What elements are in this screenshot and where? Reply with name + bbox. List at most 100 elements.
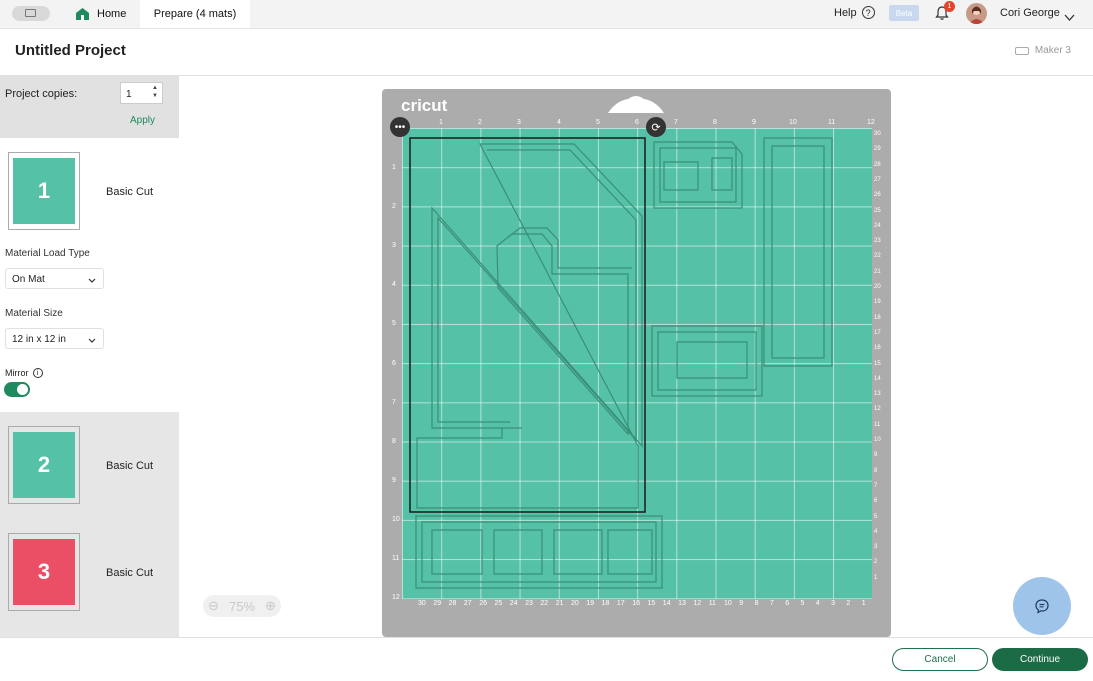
- ruler-tick: 3: [517, 119, 521, 126]
- mat-hanger-icon: [608, 96, 664, 113]
- mat-thumbnail[interactable]: 1: [8, 152, 80, 230]
- tab-home[interactable]: Home: [62, 0, 140, 28]
- user-name[interactable]: Cori George: [1000, 7, 1060, 19]
- ruler-tick: 10: [724, 600, 732, 607]
- zoom-out-icon[interactable]: ⊖: [208, 598, 219, 614]
- mat-number: 1: [13, 158, 75, 224]
- ruler-tick: 2: [392, 203, 396, 210]
- ruler-tick: 7: [874, 482, 878, 489]
- beta-badge[interactable]: Beta: [889, 5, 919, 21]
- mat-sidebar: Project copies: 1 ▲ ▼ Apply 1 Basic Cut M…: [0, 76, 179, 637]
- ruler-tick: 18: [874, 314, 881, 321]
- ruler-tick: 6: [785, 600, 790, 607]
- info-icon[interactable]: i: [32, 368, 43, 378]
- continue-button[interactable]: Continue: [992, 648, 1088, 671]
- ruler-tick: 9: [874, 452, 878, 459]
- notification-badge: 1: [944, 1, 955, 12]
- ruler-tick: 4: [557, 119, 561, 126]
- chat-icon: [1035, 599, 1049, 614]
- ruler-tick: 2: [846, 600, 851, 607]
- ruler-tick: 8: [754, 600, 759, 607]
- title-bar: Untitled Project Maker 3: [0, 29, 1093, 76]
- panel-toggle-button[interactable]: [12, 6, 50, 21]
- tab-prepare-label: Prepare (4 mats): [153, 8, 237, 20]
- machine-label: Maker 3: [1034, 45, 1071, 56]
- mat-item-2[interactable]: 2 Basic Cut: [0, 412, 179, 521]
- ruler-tick: 4: [815, 600, 820, 607]
- ruler-tick: 1: [874, 574, 878, 581]
- avatar[interactable]: [966, 3, 987, 24]
- ruler-tick: 5: [874, 513, 878, 520]
- ruler-tick: 5: [392, 320, 396, 327]
- ruler-tick: 30: [418, 600, 426, 607]
- ruler-tick: 25: [874, 207, 881, 214]
- zoom-in-icon[interactable]: ⊕: [265, 598, 276, 614]
- mat-thumbnail[interactable]: 3: [8, 533, 80, 611]
- ruler-tick: 19: [586, 600, 595, 607]
- machine-selector[interactable]: Maker 3: [1014, 45, 1071, 56]
- ruler-tick: 27: [874, 176, 881, 183]
- mat-item-3[interactable]: 3 Basic Cut: [0, 521, 179, 637]
- page-title: Untitled Project: [15, 42, 126, 59]
- mirror-toggle[interactable]: [4, 382, 30, 397]
- material-load-type-select[interactable]: On Mat: [5, 268, 104, 289]
- material-size-value: 12 in x 12 in: [12, 334, 66, 345]
- ruler-tick: 3: [874, 544, 878, 551]
- ruler-tick: 14: [874, 375, 881, 382]
- ruler-tick: 5: [596, 119, 600, 126]
- ruler-tick: 7: [392, 399, 396, 406]
- ruler-tick: 15: [647, 600, 656, 607]
- ruler-tick: 1: [392, 164, 396, 171]
- chat-button[interactable]: [1013, 577, 1071, 635]
- ruler-tick: 17: [616, 600, 625, 607]
- cancel-button[interactable]: Cancel: [892, 648, 988, 671]
- ruler-tick: 4: [874, 528, 878, 535]
- ruler-tick: 21: [555, 600, 564, 607]
- ruler-tick: 20: [874, 284, 881, 290]
- ruler-tick: 3: [392, 242, 396, 249]
- ruler-tick: 6: [874, 498, 878, 505]
- tab-prepare[interactable]: Prepare (4 mats): [140, 0, 250, 28]
- chevron-down-icon[interactable]: [1064, 8, 1075, 26]
- ruler-tick: 5: [800, 600, 805, 607]
- ruler-tick: 20: [571, 600, 579, 607]
- material-size-select[interactable]: 12 in x 12 in: [5, 328, 104, 349]
- rotate-icon[interactable]: ⟳: [646, 117, 666, 137]
- more-options-icon[interactable]: •••: [390, 117, 410, 137]
- help-button[interactable]: Help ?: [834, 6, 875, 19]
- ruler-tick: 11: [708, 600, 716, 607]
- ruler-tick: 26: [874, 192, 881, 199]
- mat-number: 3: [13, 539, 75, 605]
- mat-thumbnail[interactable]: 2: [8, 426, 80, 504]
- ruler-tick: 29: [874, 146, 881, 153]
- ruler-tick: 21: [874, 268, 881, 275]
- ruler-tick: 23: [525, 600, 533, 607]
- apply-button[interactable]: Apply: [130, 115, 155, 126]
- ruler-tick: 12: [693, 600, 702, 607]
- copies-stepper[interactable]: ▲ ▼: [152, 84, 158, 100]
- ruler-tick: 2: [874, 559, 878, 566]
- mirror-label: Mirror i: [5, 368, 43, 378]
- ruler-tick: 16: [874, 345, 881, 352]
- material-load-type-label: Material Load Type: [5, 248, 90, 259]
- ruler-tick: 22: [540, 600, 549, 607]
- ruler-tick: 17: [874, 329, 881, 336]
- mat-label: Basic Cut: [106, 567, 154, 579]
- material-size-label: Material Size: [5, 308, 63, 319]
- ruler-tick: 1: [439, 119, 443, 126]
- ruler-tick: 3: [831, 600, 835, 607]
- chevron-down-icon: [88, 335, 96, 346]
- ruler-tick: 25: [494, 600, 503, 607]
- mat-item-1[interactable]: 1 Basic Cut Material Load Type On Mat Ma…: [0, 138, 179, 412]
- ruler-tick: 26: [479, 600, 487, 607]
- ruler-tick: 9: [739, 600, 744, 607]
- ruler-tick: 24: [509, 600, 518, 607]
- ruler-tick: 11: [392, 555, 400, 562]
- mat-number: 2: [13, 432, 75, 498]
- ruler-tick: 7: [674, 119, 678, 126]
- mirror-label-text: Mirror: [5, 368, 29, 378]
- ruler-tick: 6: [635, 119, 639, 126]
- ruler-tick: 10: [789, 119, 797, 126]
- ruler-tick: 15: [874, 360, 881, 367]
- zoom-level: 75%: [228, 598, 255, 614]
